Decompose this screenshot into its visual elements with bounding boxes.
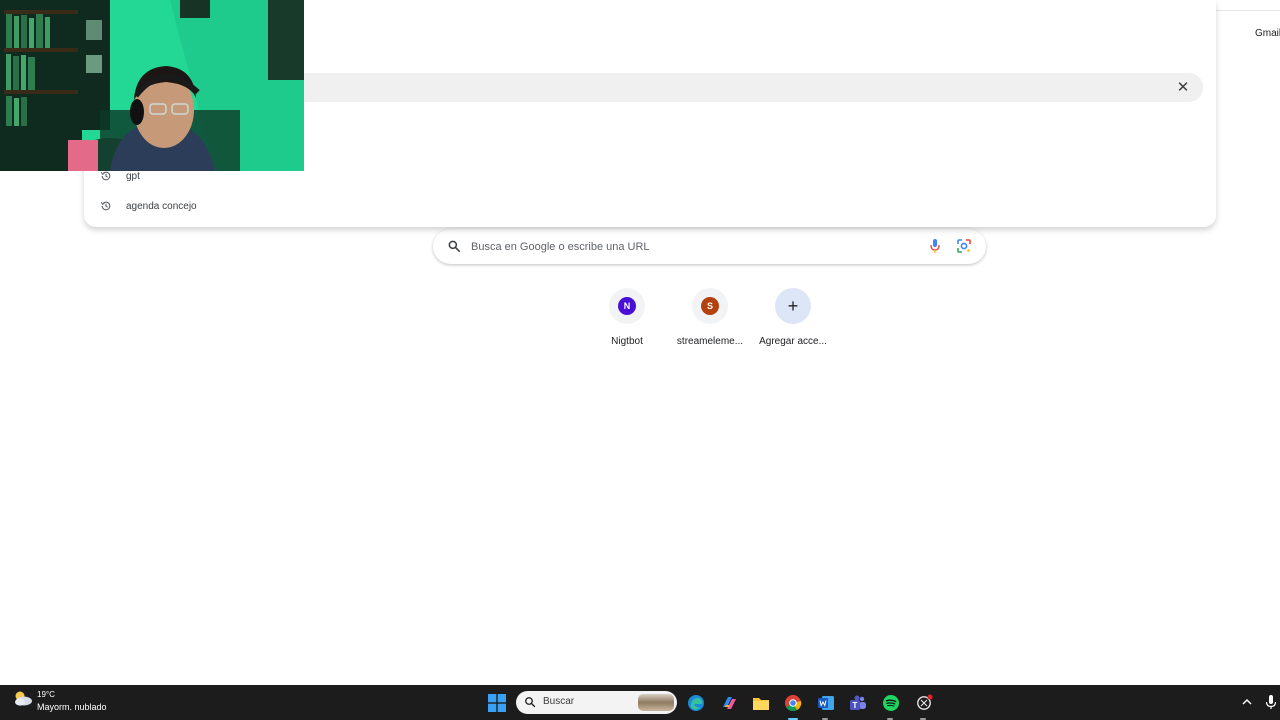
google-lens-icon[interactable] (956, 238, 972, 254)
partly-cloudy-icon (15, 691, 32, 706)
taskbar-search[interactable]: Buscar (516, 691, 677, 714)
shortcut-streamelements[interactable]: S streameleme... (668, 288, 752, 358)
start-icon[interactable] (487, 693, 507, 713)
omnibox-input[interactable] (220, 73, 1203, 102)
ntp-search-input[interactable] (471, 237, 911, 256)
teams-icon[interactable]: T (848, 693, 868, 713)
browser-page: Gmail N Nigtbot S streameleme... (0, 0, 1280, 685)
search-highlight-image (638, 694, 674, 711)
microphone-icon[interactable] (1264, 694, 1278, 710)
voice-search-icon[interactable] (930, 238, 940, 254)
gmail-link[interactable]: Gmail (1255, 28, 1280, 39)
weather-condition: Mayorm. nublado (37, 702, 107, 712)
suggestion-label: agenda concejo (126, 200, 197, 212)
shortcut-tile: S (692, 288, 728, 324)
copilot-icon[interactable] (719, 693, 739, 713)
nigtbot-favicon: N (618, 297, 636, 315)
weather-temperature: 19°C (37, 690, 55, 699)
shortcut-tile: + (775, 288, 811, 324)
search-icon (448, 240, 461, 253)
taskbar-search-label: Buscar (543, 696, 575, 707)
shortcut-label: Agregar acce... (759, 336, 827, 347)
ntp-search-box[interactable] (433, 229, 986, 264)
streamelements-favicon: S (701, 297, 719, 315)
weather-widget[interactable]: 19°C Mayorm. nublado (12, 689, 107, 712)
history-icon (96, 196, 116, 216)
shortcut-label: Nigtbot (611, 336, 643, 347)
suggestion-label: gpt (126, 170, 140, 182)
file-explorer-icon[interactable] (751, 693, 771, 713)
chatgpt-icon[interactable] (914, 693, 934, 713)
chevron-up-icon[interactable] (1240, 695, 1254, 709)
chrome-icon[interactable] (783, 693, 803, 713)
plus-icon: + (787, 296, 799, 316)
edge-icon[interactable] (686, 693, 706, 713)
webcam-overlay (0, 0, 304, 171)
close-icon[interactable]: ✕ (1174, 79, 1192, 97)
shortcut-add[interactable]: + Agregar acce... (751, 288, 835, 358)
word-icon[interactable] (816, 693, 836, 713)
search-icon (525, 697, 536, 708)
shortcut-label: streameleme... (676, 336, 744, 347)
shortcut-tile: N (609, 288, 645, 324)
top-divider (1216, 10, 1280, 11)
windows-taskbar: 19°C Mayorm. nublado Buscar T (0, 685, 1280, 720)
suggestion-item[interactable]: agenda concejo (96, 195, 1196, 217)
svg-text:T: T (853, 701, 858, 710)
shortcut-nigtbot[interactable]: N Nigtbot (585, 288, 669, 358)
webcam-feed (0, 0, 304, 171)
spotify-icon[interactable] (881, 693, 901, 713)
